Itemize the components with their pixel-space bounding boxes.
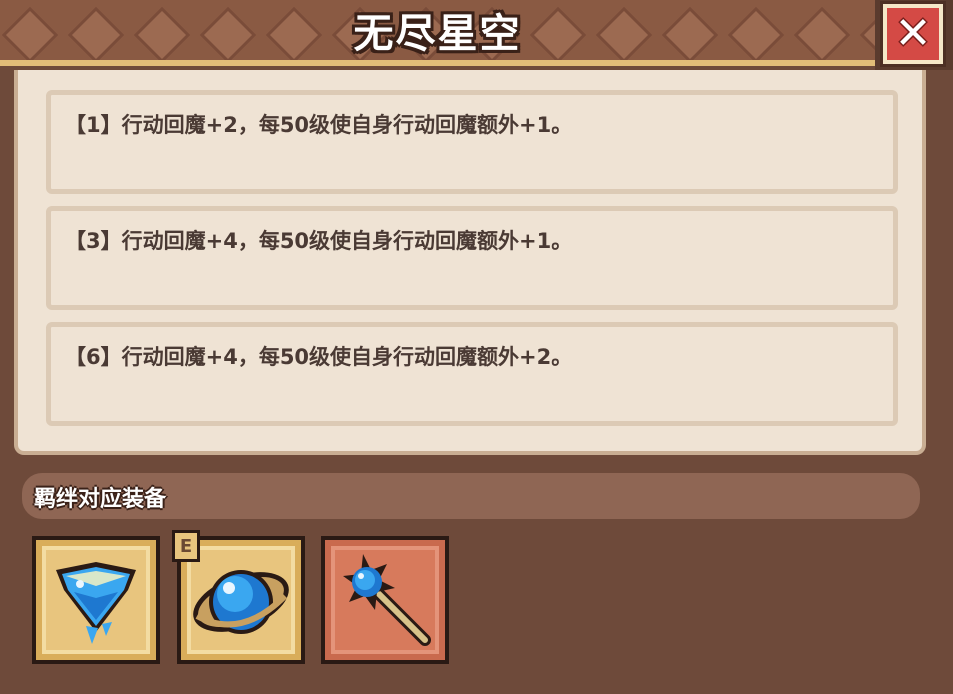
effect-card-6: 【6】行动回魔+4，每50级使自身行动回魔额外+2。	[46, 322, 898, 426]
equipment-header-label: 羁绊对应装备	[34, 487, 167, 512]
equipment-slot-1[interactable]	[32, 536, 160, 664]
effect-card-3: 【3】行动回魔+4，每50级使自身行动回魔额外+1。	[46, 206, 898, 310]
equipment-header: 羁绊对应装备	[22, 473, 920, 519]
close-button[interactable]: ✕	[880, 1, 946, 67]
blue-crystal-heart-icon	[56, 562, 136, 644]
title-bar: 无尽星空	[0, 0, 875, 66]
effect-text: 【6】行动回魔+4，每50级使自身行动回魔额外+2。	[65, 345, 573, 369]
effect-card-1: 【1】行动回魔+2，每50级使自身行动回魔额外+1。	[46, 90, 898, 194]
effect-text: 【3】行动回魔+4，每50级使自身行动回魔额外+1。	[65, 229, 573, 253]
equipment-slot-3[interactable]	[321, 536, 449, 664]
effect-text: 【1】行动回魔+2，每50级使自身行动回魔额外+1。	[65, 113, 573, 137]
star-scepter-icon	[343, 554, 431, 646]
close-icon: ✕	[894, 8, 932, 59]
title-underline	[0, 60, 875, 66]
equipped-badge: E	[172, 530, 200, 562]
close-button-area: ✕	[875, 0, 953, 70]
window-title: 无尽星空	[353, 11, 522, 57]
